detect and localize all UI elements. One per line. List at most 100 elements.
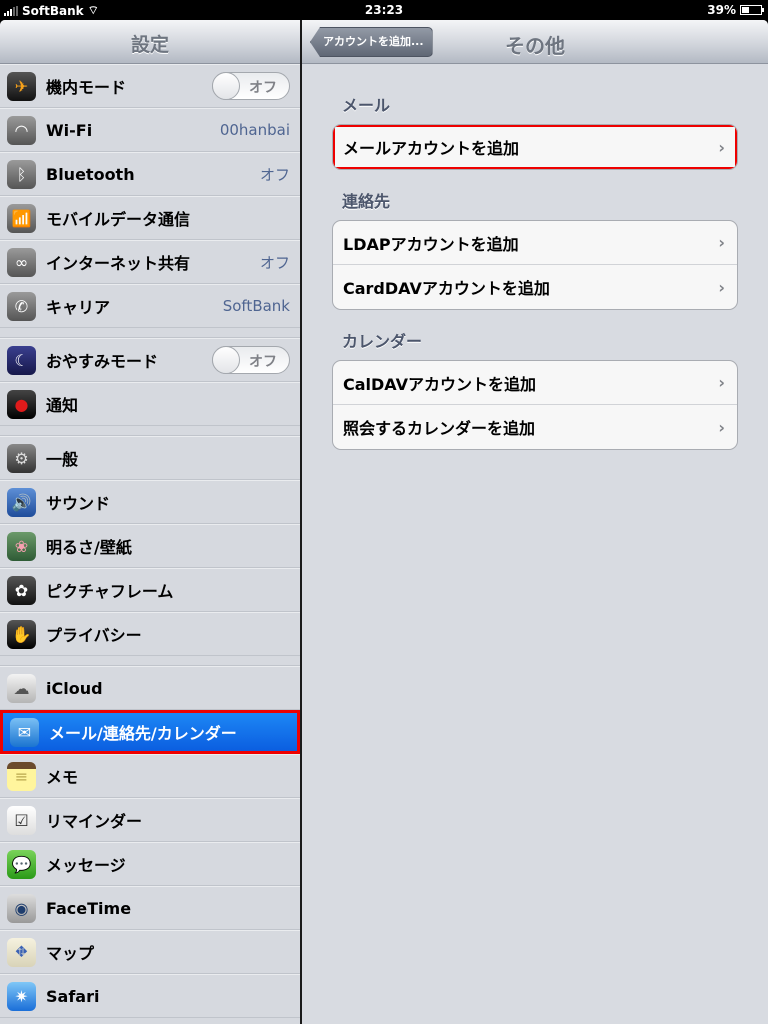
facetime-camera-icon: ◉ bbox=[7, 893, 36, 923]
notifications-icon: ● bbox=[7, 389, 36, 419]
settings-item-value: 00hanbai bbox=[219, 121, 290, 139]
compass-icon: ✷ bbox=[7, 981, 36, 1011]
toggle-state-label: オフ bbox=[249, 354, 277, 370]
battery-icon bbox=[740, 5, 764, 15]
status-bar: SoftBank ⌔ 23:23 39% bbox=[0, 0, 768, 20]
add-account-cell[interactable]: LDAPアカウントを追加 › bbox=[333, 221, 737, 265]
cell-label: メールアカウントを追加 bbox=[343, 139, 520, 158]
settings-item[interactable]: ☾ おやすみモード オフ bbox=[0, 338, 300, 382]
toggle-switch[interactable]: オフ bbox=[212, 346, 290, 374]
bluetooth-icon: ᛒ bbox=[7, 159, 36, 189]
settings-item-label: キャリア bbox=[46, 298, 111, 317]
settings-item-label: Safari bbox=[46, 986, 100, 1006]
settings-item-label: FaceTime bbox=[46, 898, 132, 918]
chevron-right-icon: › bbox=[718, 233, 725, 252]
group-separator bbox=[0, 426, 300, 436]
settings-item[interactable]: ☑ リマインダー bbox=[0, 798, 300, 842]
cloud-icon: ☁ bbox=[7, 673, 36, 703]
toggle-knob[interactable] bbox=[212, 72, 240, 100]
settings-item-label: メモ bbox=[46, 768, 79, 787]
maps-icon: ⛖ bbox=[7, 937, 36, 967]
battery-percent: 39% bbox=[707, 3, 736, 17]
cell-group: メールアカウントを追加 › bbox=[332, 124, 738, 170]
settings-item[interactable]: ✿ ピクチャフレーム bbox=[0, 568, 300, 612]
detail-navbar: アカウントを追加... その他 bbox=[302, 20, 768, 64]
settings-item[interactable]: ᛒ Bluetooth オフ bbox=[0, 152, 300, 196]
settings-item-value: オフ bbox=[259, 253, 290, 272]
settings-item-label: サウンド bbox=[46, 494, 111, 513]
settings-item[interactable]: ≡ メモ bbox=[0, 754, 300, 798]
settings-item-label: モバイルデータ通信 bbox=[46, 210, 191, 229]
section-header: カレンダー bbox=[342, 332, 423, 351]
settings-item[interactable]: ✈ 機内モード オフ bbox=[0, 64, 300, 108]
mail-icon: ✉ bbox=[10, 717, 39, 747]
settings-item-label: インターネット共有 bbox=[46, 254, 191, 273]
personal-hotspot-icon: ∞ bbox=[7, 247, 36, 277]
settings-item[interactable]: ✉ メール/連絡先/カレンダー bbox=[0, 710, 300, 754]
settings-item[interactable]: ⛖ マップ bbox=[0, 930, 300, 974]
settings-item-label: プライバシー bbox=[46, 626, 142, 645]
section-header: 連絡先 bbox=[342, 192, 391, 211]
detail-pane: アカウントを追加... その他 メールメールアカウントを追加 › 連絡先 LDAPアカ… bbox=[302, 20, 768, 1024]
toggle-switch[interactable]: オフ bbox=[212, 72, 290, 100]
notes-icon: ≡ bbox=[7, 761, 36, 791]
chevron-right-icon: › bbox=[718, 417, 725, 437]
cell-label: 照会するカレンダーを追加 bbox=[343, 419, 536, 438]
settings-item-label: Wi-Fi bbox=[46, 120, 93, 140]
settings-item[interactable]: ⚙ 一般 bbox=[0, 436, 300, 480]
settings-list[interactable]: ✈ 機内モード オフ ◠ Wi-Fi 00hanbai ᛒ Bluetooth オフ 📶 モバイルデ… bbox=[0, 64, 300, 1018]
flower-wallpaper-icon: ❀ bbox=[7, 531, 36, 561]
settings-item[interactable]: ◉ FaceTime bbox=[0, 886, 300, 930]
settings-item-label: メッセージ bbox=[46, 856, 126, 875]
settings-item[interactable]: ✋ プライバシー bbox=[0, 612, 300, 656]
toggle-knob[interactable] bbox=[212, 346, 240, 374]
settings-item-value: オフ bbox=[259, 165, 290, 184]
section-header: メール bbox=[342, 96, 391, 115]
add-account-cell[interactable]: 照会するカレンダーを追加 › bbox=[333, 405, 737, 449]
settings-item[interactable]: 📶 モバイルデータ通信 bbox=[0, 196, 300, 240]
add-account-cell[interactable]: CardDAVアカウントを追加 › bbox=[333, 265, 737, 309]
gear-icon: ⚙ bbox=[7, 443, 36, 473]
settings-item[interactable]: ◠ Wi-Fi 00hanbai bbox=[0, 108, 300, 152]
airplane-icon: ✈ bbox=[7, 71, 36, 101]
settings-item-label: 一般 bbox=[46, 450, 79, 469]
settings-item[interactable]: ✷ Safari bbox=[0, 974, 300, 1018]
battery-indicator: 39% bbox=[707, 3, 764, 17]
settings-item[interactable]: ❀ 明るさ/壁紙 bbox=[0, 524, 300, 568]
chevron-right-icon: › bbox=[718, 373, 725, 392]
master-navbar: 設定 bbox=[0, 20, 300, 64]
settings-item[interactable]: ∞ インターネット共有 オフ bbox=[0, 240, 300, 284]
settings-item[interactable]: ✆ キャリア SoftBank bbox=[0, 284, 300, 328]
settings-item-label: 明るさ/壁紙 bbox=[46, 538, 132, 557]
settings-item[interactable]: 💬 メッセージ bbox=[0, 842, 300, 886]
settings-item[interactable]: 🔊 サウンド bbox=[0, 480, 300, 524]
cell-group: LDAPアカウントを追加 › CardDAVアカウントを追加 › bbox=[332, 220, 738, 310]
detail-title: その他 bbox=[505, 34, 565, 58]
clock: 23:23 bbox=[364, 3, 404, 17]
cell-label: LDAPアカウントを追加 bbox=[343, 234, 519, 254]
chevron-right-icon: › bbox=[718, 137, 725, 157]
reminders-icon: ☑ bbox=[7, 805, 36, 835]
settings-item[interactable]: ● 通知 bbox=[0, 382, 300, 426]
add-account-cell[interactable]: メールアカウントを追加 › bbox=[333, 125, 737, 169]
cellular-antenna-icon: 📶 bbox=[7, 203, 36, 233]
detail-sections: メール メールアカウントを追加 › 連絡先 LDAPアカウントを追加 › CardDAVアカ… bbox=[302, 92, 768, 450]
chevron-right-icon: › bbox=[718, 277, 725, 297]
moon-icon: ☾ bbox=[7, 345, 36, 375]
add-account-cell[interactable]: CalDAVアカウントを追加 › bbox=[333, 361, 737, 405]
cell-label: CardDAVアカウントを追加 bbox=[343, 279, 550, 298]
settings-item-label: iCloud bbox=[46, 678, 103, 698]
cell-group: CalDAVアカウントを追加 › 照会するカレンダーを追加 › bbox=[332, 360, 738, 450]
settings-item-label: リマインダー bbox=[46, 812, 143, 831]
settings-item-label: マップ bbox=[46, 944, 95, 963]
settings-item[interactable]: ☁ iCloud bbox=[0, 666, 300, 710]
group-separator bbox=[0, 656, 300, 666]
phone-icon: ✆ bbox=[7, 291, 36, 321]
toggle-state-label: オフ bbox=[249, 80, 277, 96]
settings-item-label: 通知 bbox=[46, 396, 79, 415]
wifi-icon: ◠ bbox=[7, 115, 36, 145]
master-title: 設定 bbox=[130, 34, 169, 56]
hand-privacy-icon: ✋ bbox=[7, 619, 36, 649]
messages-icon: 💬 bbox=[7, 849, 36, 879]
picture-frame-icon: ✿ bbox=[7, 575, 36, 605]
